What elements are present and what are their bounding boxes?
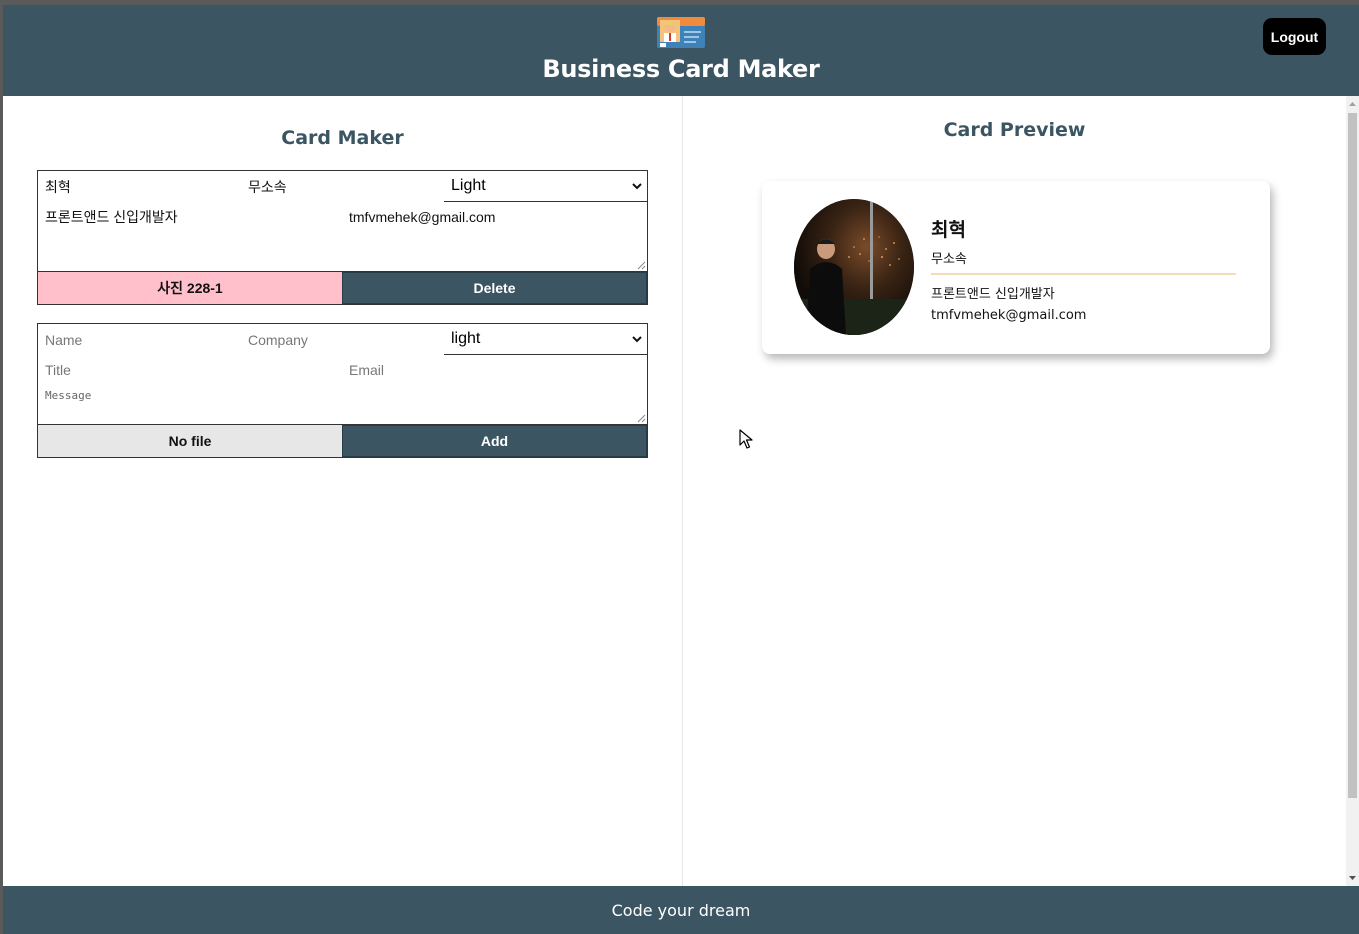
card-name: 최혁 <box>931 219 966 241</box>
header: Business Card Maker Logout <box>3 5 1359 96</box>
chevron-down-icon <box>632 182 642 189</box>
footer-text: Code your dream <box>611 900 751 920</box>
name-input[interactable] <box>38 171 241 202</box>
resize-grip-icon[interactable] <box>637 414 646 423</box>
new-email-input[interactable] <box>342 355 647 384</box>
message-field-wrapper <box>38 231 647 272</box>
card-company: 무소속 <box>931 252 967 267</box>
card-add-form: light No file Add <box>37 323 648 458</box>
new-file-upload-button[interactable]: No file <box>38 425 342 457</box>
vertical-scrollbar[interactable] <box>1346 96 1359 886</box>
card-job-title: 프론트앤드 신입개발자 <box>931 287 1055 302</box>
new-name-input[interactable] <box>38 324 241 355</box>
card-maker-panel: Card Maker Light 사진 228-1 Delete <box>3 96 683 886</box>
email-input[interactable] <box>342 202 647 231</box>
card-info: 최혁 무소속 프론트앤드 신입개발자 tmfvmehek@gmail.com <box>931 215 1236 323</box>
card-preview-title: Card Preview <box>943 119 1086 141</box>
preview-card: 최혁 무소속 프론트앤드 신입개발자 tmfvmehek@gmail.com <box>762 181 1270 354</box>
card-email: tmfvmehek@gmail.com <box>931 308 1087 323</box>
new-message-textarea[interactable] <box>38 384 647 424</box>
new-message-field-wrapper <box>38 384 647 425</box>
card-divider <box>931 273 1236 275</box>
app-title: Business Card Maker <box>542 55 820 83</box>
theme-select-value: Light <box>451 177 486 194</box>
app-window: Business Card Maker Logout Card Maker Li… <box>3 5 1359 934</box>
theme-select[interactable]: Light <box>444 171 647 202</box>
delete-button[interactable]: Delete <box>342 272 647 304</box>
title-input[interactable] <box>38 202 342 231</box>
file-upload-button[interactable]: 사진 228-1 <box>38 272 342 304</box>
scroll-up-arrow-icon[interactable] <box>1349 101 1356 107</box>
message-textarea[interactable] <box>38 231 647 271</box>
new-theme-select[interactable]: light <box>444 324 647 355</box>
mouse-cursor-icon <box>739 429 753 449</box>
chevron-down-icon <box>632 335 642 342</box>
scroll-down-arrow-icon[interactable] <box>1349 875 1356 881</box>
new-company-input[interactable] <box>241 324 444 355</box>
footer: Code your dream <box>3 886 1359 934</box>
avatar <box>794 199 914 335</box>
company-input[interactable] <box>241 171 444 202</box>
logout-button[interactable]: Logout <box>1263 18 1326 55</box>
add-button[interactable]: Add <box>342 425 647 457</box>
business-card-logo-icon <box>655 14 707 50</box>
card-preview-panel: Card Preview 최혁 무소속 프론트앤드 신입개발자 tmfvmehe… <box>683 96 1359 886</box>
main-content: Card Maker Light 사진 228-1 Delete <box>3 96 1359 886</box>
scrollbar-thumb[interactable] <box>1348 113 1357 798</box>
card-maker-title: Card Maker <box>281 127 404 149</box>
resize-grip-icon[interactable] <box>637 261 646 270</box>
card-edit-form: Light 사진 228-1 Delete <box>37 170 648 305</box>
new-theme-select-value: light <box>451 330 481 347</box>
new-title-input[interactable] <box>38 355 342 384</box>
